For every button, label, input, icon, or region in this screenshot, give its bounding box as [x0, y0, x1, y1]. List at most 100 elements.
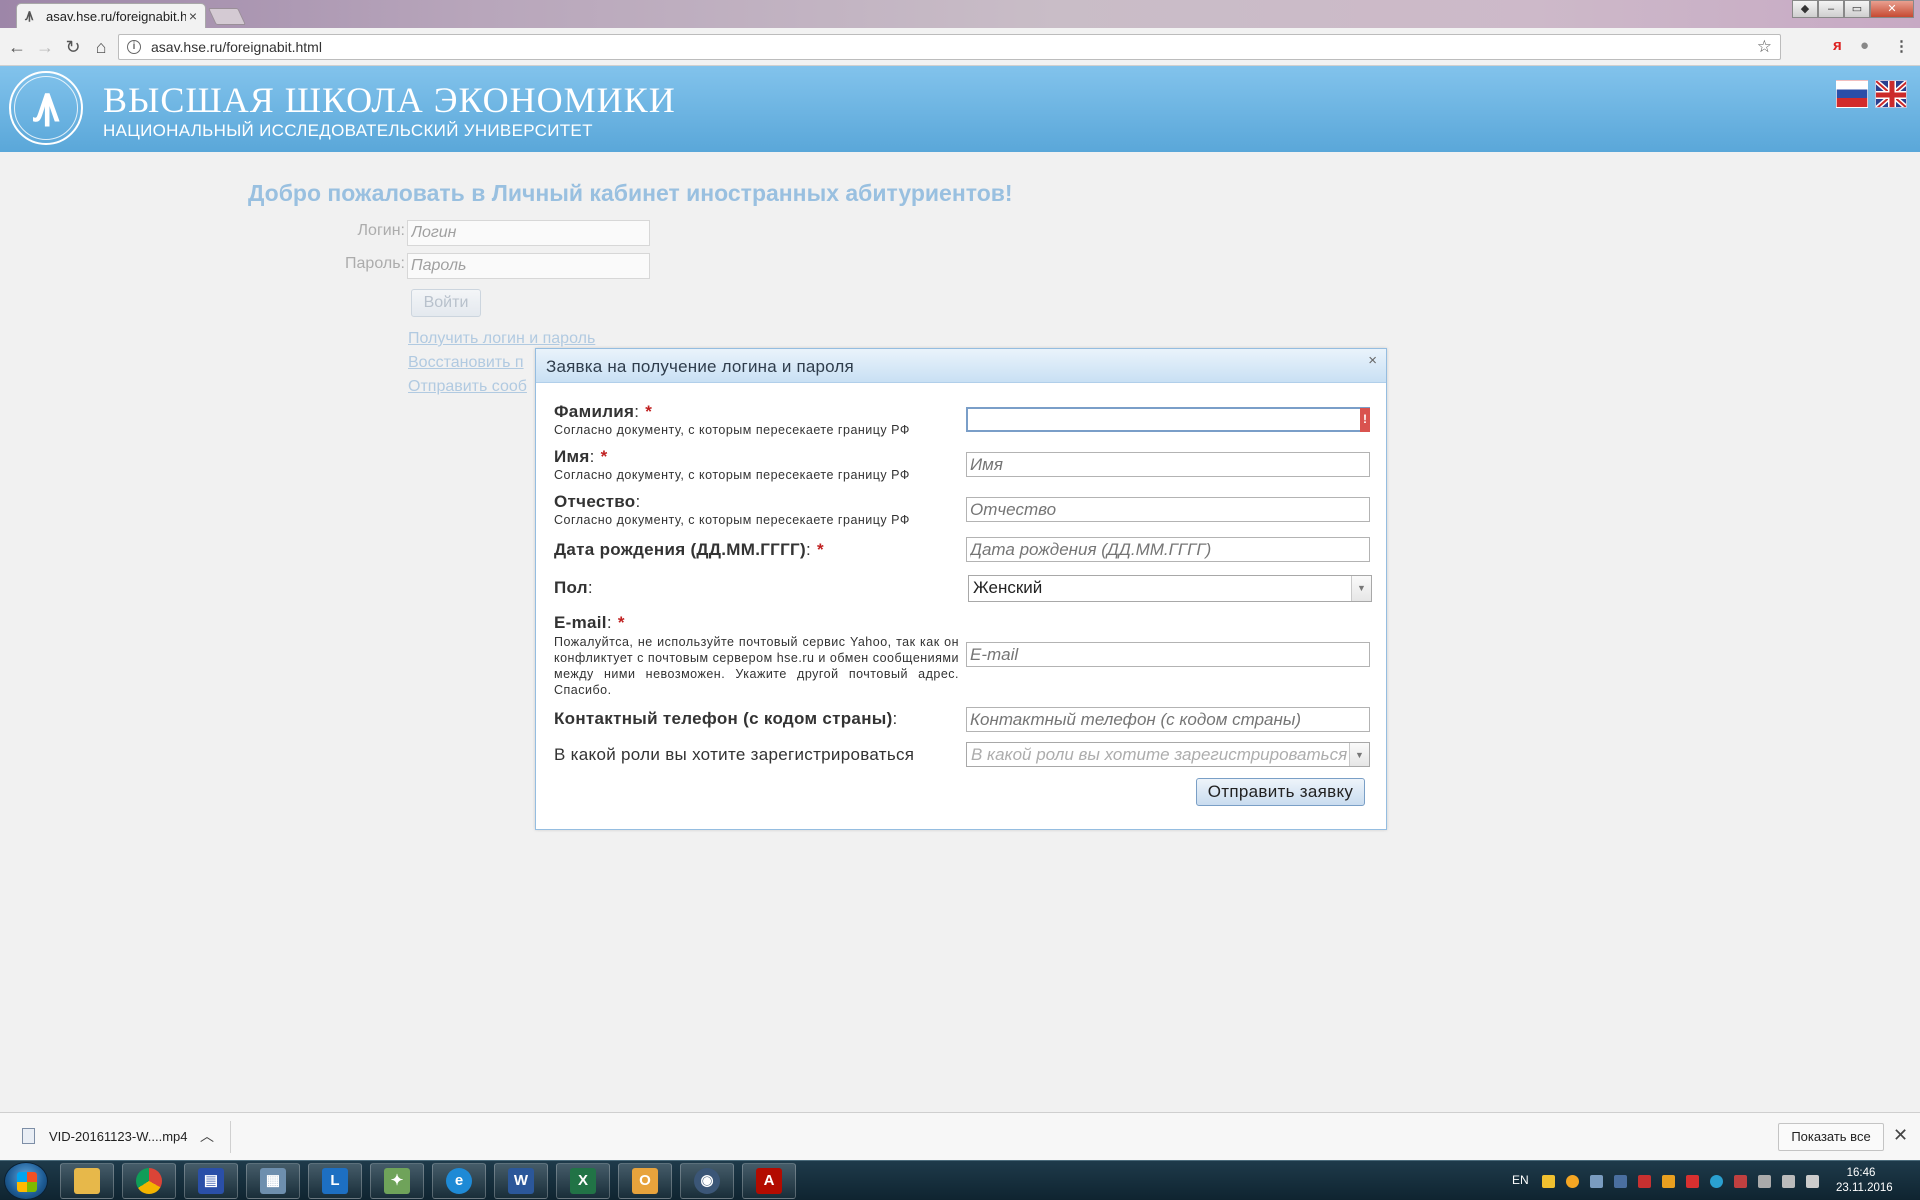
dialog-title: Заявка на получение логина и пароля [546, 357, 854, 376]
acrobat-icon: A [756, 1168, 782, 1194]
close-window-button[interactable]: ✕ [1870, 0, 1914, 18]
lync-taskbar-icon[interactable]: L [308, 1163, 362, 1199]
yandex-extension-icon[interactable]: я [1833, 37, 1842, 54]
tray-sun-icon[interactable] [1566, 1175, 1579, 1188]
floppy-icon: ▤ [198, 1168, 224, 1194]
role-placeholder: В какой роли вы хотите зарегистрироватьс… [971, 745, 1348, 764]
camera-taskbar-icon[interactable]: ◉ [680, 1163, 734, 1199]
registration-dialog: Заявка на получение логина и пароля × Фа… [535, 348, 1387, 830]
chevron-down-icon[interactable]: ▼ [1349, 743, 1369, 766]
forward-icon[interactable]: → [34, 36, 56, 58]
chevron-down-icon[interactable]: ▼ [1351, 576, 1371, 601]
system-clock[interactable]: 16:46 23.11.2016 [1836, 1166, 1893, 1196]
patronymic-input[interactable] [966, 497, 1370, 522]
language-indicator[interactable]: EN [1512, 1173, 1529, 1187]
close-downloads-icon[interactable]: ✕ [1893, 1125, 1908, 1146]
minimize-button[interactable]: – [1818, 0, 1844, 18]
tray-monitor-icon[interactable] [1614, 1175, 1627, 1188]
submit-application-button[interactable]: Отправить заявку [1196, 778, 1365, 806]
hse-logo-letter: Ꙟ [14, 76, 78, 140]
dialog-close-icon[interactable]: × [1368, 352, 1377, 369]
show-all-downloads-button[interactable]: Показать все [1778, 1123, 1884, 1151]
excel-taskbar-icon[interactable]: X [556, 1163, 610, 1199]
tray-alert-icon[interactable] [1734, 1175, 1747, 1188]
outlook-taskbar-icon[interactable]: O [618, 1163, 672, 1199]
download-filename[interactable]: VID-20161123-W....mp4 [49, 1129, 188, 1144]
tray-network-icon[interactable] [1590, 1175, 1603, 1188]
name-label: Имя: * [554, 447, 608, 466]
info-icon[interactable]: i [127, 40, 141, 54]
patronymic-hint: Согласно документу, с которым пересекает… [554, 513, 910, 527]
tray-volume-icon[interactable] [1806, 1175, 1819, 1188]
surname-input[interactable] [966, 407, 1370, 432]
tray-flag-icon[interactable] [1758, 1175, 1771, 1188]
ie-taskbar-icon[interactable]: e [432, 1163, 486, 1199]
tray-en-icon[interactable] [1638, 1175, 1651, 1188]
bookmark-star-icon[interactable]: ☆ [1757, 37, 1772, 57]
menu-icon[interactable]: ⋮ [1894, 37, 1909, 55]
dialog-header: Заявка на получение логина и пароля × [536, 349, 1386, 383]
acrobat-taskbar-icon[interactable]: A [742, 1163, 796, 1199]
address-bar[interactable]: i asav.hse.ru/foreignabit.html ☆ [118, 34, 1781, 60]
birthdate-label: Дата рождения (ДД.ММ.ГГГГ): * [554, 540, 824, 559]
hse-logo[interactable]: Ꙟ [9, 71, 83, 145]
video-file-icon [22, 1128, 35, 1144]
hse-favicon-icon: Ꙟ [25, 9, 34, 23]
back-icon[interactable]: ← [6, 36, 28, 58]
tray-skype-icon[interactable] [1710, 1175, 1723, 1188]
site-subtitle: НАЦИОНАЛЬНЫЙ ИССЛЕДОВАТЕЛЬСКИЙ УНИВЕРСИТ… [103, 121, 593, 140]
tray-app-icon[interactable] [1686, 1175, 1699, 1188]
name-input[interactable] [966, 452, 1370, 477]
start-button[interactable] [4, 1162, 48, 1200]
explorer-taskbar-icon[interactable] [60, 1163, 114, 1199]
calculator-icon: ▦ [260, 1168, 286, 1194]
required-mark: * [816, 540, 824, 559]
window-controls: ◆ – ▭ ✕ [1792, 0, 1914, 18]
surname-hint: Согласно документу, с которым пересекает… [554, 423, 910, 437]
site-header: Ꙟ ВЫСШАЯ ШКОЛА ЭКОНОМИКИ НАЦИОНАЛЬНЫЙ ИС… [0, 66, 1920, 152]
flag-uk-icon[interactable] [1875, 80, 1907, 108]
role-select[interactable]: В какой роли вы хотите зарегистрироватьс… [966, 742, 1370, 767]
divider [230, 1121, 231, 1153]
tray-network-status-icon[interactable] [1782, 1175, 1795, 1188]
word-taskbar-icon[interactable]: W [494, 1163, 548, 1199]
new-tab-button[interactable] [208, 8, 246, 25]
tray-outlook-icon[interactable] [1662, 1175, 1675, 1188]
home-icon[interactable]: ⌂ [90, 36, 112, 58]
error-icon: ! [1360, 408, 1370, 432]
reload-icon[interactable]: ↻ [62, 36, 84, 58]
phone-input[interactable] [966, 707, 1370, 732]
chrome-icon [136, 1168, 162, 1194]
maps-taskbar-icon[interactable]: ✦ [370, 1163, 424, 1199]
birthdate-input[interactable] [966, 537, 1370, 562]
tab-close-icon[interactable]: × [189, 8, 197, 24]
clock-date: 23.11.2016 [1836, 1182, 1893, 1194]
word-icon: W [508, 1168, 534, 1194]
excel-icon: X [570, 1168, 596, 1194]
extension-icon[interactable]: ● [1860, 37, 1869, 54]
maximize-button[interactable]: ▭ [1844, 0, 1870, 18]
save-taskbar-icon[interactable]: ▤ [184, 1163, 238, 1199]
calculator-taskbar-icon[interactable]: ▦ [246, 1163, 300, 1199]
tray-folder-icon[interactable] [1542, 1175, 1555, 1188]
name-hint: Согласно документу, с которым пересекает… [554, 468, 910, 482]
gender-select[interactable]: Женский ▼ [968, 575, 1372, 602]
address-url: asav.hse.ru/foreignabit.html [151, 39, 322, 55]
window-titlebar: Ꙟ asav.hse.ru/foreignabit.html × ◆ – ▭ ✕ [0, 0, 1920, 28]
user-icon[interactable]: ◆ [1792, 0, 1818, 18]
chevron-up-icon[interactable]: ︿ [200, 1126, 214, 1146]
browser-tab[interactable]: Ꙟ asav.hse.ru/foreignabit.html × [16, 3, 206, 28]
internet-explorer-icon: e [446, 1168, 472, 1194]
clock-time: 16:46 [1846, 1167, 1876, 1179]
browser-toolbar: ← → ↻ ⌂ i asav.hse.ru/foreignabit.html ☆… [0, 28, 1920, 66]
tab-title: asav.hse.ru/foreignabit.html [46, 8, 186, 24]
flag-ru-icon[interactable] [1836, 80, 1868, 108]
required-mark: * [600, 447, 608, 466]
email-hint: Пожалуйтса, не используйте почтовый серв… [554, 635, 959, 697]
email-input[interactable] [966, 642, 1370, 667]
required-mark: * [617, 613, 625, 632]
outlook-icon: O [632, 1168, 658, 1194]
camera-icon: ◉ [694, 1168, 720, 1194]
windows-taskbar: ▤ ▦ L ✦ e W X O ◉ A EN 16:46 23.11.2016 [0, 1160, 1920, 1200]
chrome-taskbar-icon[interactable] [122, 1163, 176, 1199]
